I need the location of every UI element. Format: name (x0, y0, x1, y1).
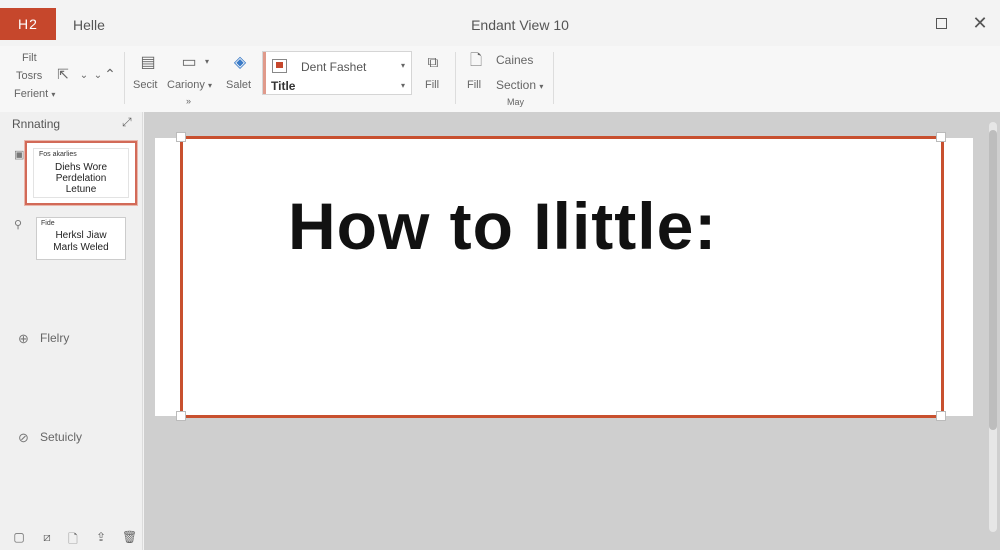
salet-button[interactable]: Salet (226, 79, 251, 91)
title-placeholder[interactable] (180, 136, 944, 418)
close-icon[interactable]: ✕ (970, 13, 990, 33)
image-icon: ▣ (14, 149, 25, 161)
group-label-may: May (507, 97, 525, 107)
section-setuicly[interactable]: Setuicly (40, 430, 82, 444)
slide-thumbnail-2[interactable]: Fide Herksl Jiaw Marls Weled (36, 217, 126, 260)
resize-handle[interactable] (936, 132, 946, 142)
font-dropdown[interactable]: Dent Fashet (301, 60, 366, 74)
section-flelry[interactable]: Flelry (40, 331, 69, 345)
select-icon[interactable]: ◈ (229, 51, 251, 73)
square-icon[interactable]: ▢ (12, 530, 26, 544)
fill-button-2[interactable]: Fill (467, 79, 481, 91)
flag-icon (272, 59, 287, 73)
globe-icon: ⊕ (18, 331, 29, 346)
arrow-down-icon[interactable]: ⌄ (92, 68, 104, 82)
export-icon[interactable]: ⇪ (94, 530, 108, 544)
link-icon: ⊘ (18, 430, 29, 445)
style-dropdown[interactable]: Title (271, 79, 295, 93)
caines-button[interactable]: Caines (496, 53, 533, 67)
lock-document-icon[interactable]: 🗋 (466, 52, 486, 72)
scrollbar-thumb[interactable] (989, 130, 997, 430)
divider (553, 52, 554, 104)
secit-button[interactable]: Secit (133, 79, 157, 91)
cariony-button[interactable]: Cariony ▾ (167, 79, 212, 91)
slide-thumbnail-1[interactable]: Fos akarlies Diehs Wore Perdelation Letu… (25, 141, 137, 205)
divider (124, 52, 125, 104)
link-icon: ⚲ (14, 219, 23, 231)
slide-title[interactable]: How to Ilittle: (288, 188, 717, 264)
window-title: Endant View 10 (471, 17, 569, 33)
slide-sorter-icon[interactable]: ⧄ (40, 530, 54, 545)
title-bar: H2 Helle Endant View 10 ✕ (0, 0, 1000, 46)
pointer-icon[interactable]: ⇱ (56, 66, 70, 82)
category-icon[interactable]: ▭ (177, 52, 201, 72)
caret-up-icon[interactable]: ⌃ (104, 66, 116, 82)
section-button[interactable]: Section ▾ (496, 78, 543, 92)
chevron-down-icon[interactable]: ▾ (203, 56, 211, 66)
resize-handle[interactable] (176, 411, 186, 421)
resize-handle[interactable] (936, 411, 946, 421)
chevron-down-icon[interactable]: ▾ (401, 81, 405, 90)
arrow-down-icon[interactable]: ⌄ (78, 68, 90, 82)
group-label: » (186, 96, 192, 106)
trash-icon[interactable]: 🗑 (122, 530, 137, 544)
style-selector[interactable]: Dent Fashet ▾ Title ▾ (262, 51, 412, 95)
ribbon-ferient[interactable]: Ferient ▾ (14, 88, 55, 100)
document-icon[interactable]: ▤ (139, 52, 157, 72)
resize-handle[interactable] (176, 132, 186, 142)
maximize-icon[interactable] (931, 13, 951, 33)
chevron-down-icon[interactable]: ▾ (401, 61, 405, 70)
divider (455, 52, 456, 104)
panel-title: Rnnating (12, 117, 61, 131)
ribbon-filt[interactable]: Filt (22, 52, 37, 64)
copy-icon[interactable]: ⧉ (423, 52, 443, 72)
document-icon[interactable]: 🗋 (66, 530, 80, 550)
ribbon: Filt Tosrs ⇱ ⌄ ⌄ ⌃ Ferient ▾ ▤ Secit ▭ ▾… (0, 46, 1000, 112)
ribbon-tosrs[interactable]: Tosrs (16, 70, 42, 82)
pin-icon[interactable]: ⤢ (122, 115, 132, 130)
fill-button[interactable]: Fill (425, 79, 439, 91)
